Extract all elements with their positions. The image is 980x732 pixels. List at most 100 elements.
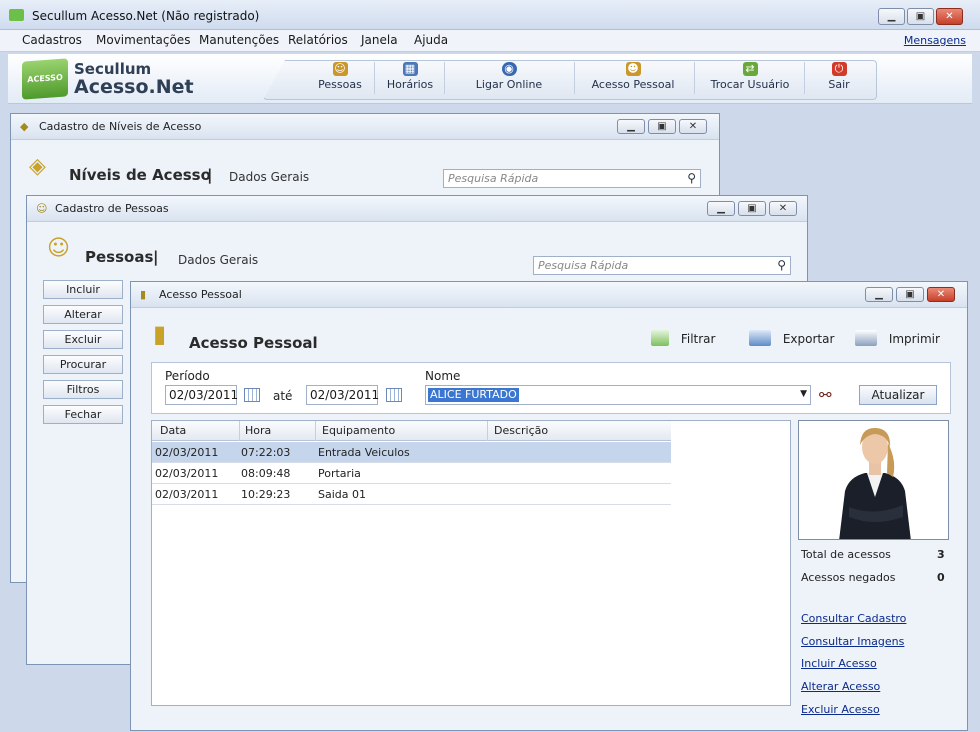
pessoas-maximize-button[interactable]: ▣ [738,201,766,216]
acesso-window-controls: ▁ ▣ ✕ [865,287,955,302]
table-row[interactable]: 02/03/2011 10:29:23 Saida 01 [152,484,671,505]
export-monitor-icon [749,330,771,346]
calendar-icon[interactable] [244,388,260,402]
pessoas-minimize-button[interactable]: ▁ [707,201,735,216]
toolbar-separator [374,62,375,94]
consultar-cadastro-link[interactable]: Consultar Cadastro [801,612,906,625]
niveis-maximize-button[interactable]: ▣ [648,119,676,134]
consultar-imagens-link[interactable]: Consultar Imagens [801,635,904,648]
col-hora[interactable]: Hora [245,424,271,437]
col-data[interactable]: Data [160,424,186,437]
search-icon[interactable]: ⚲ [687,171,696,185]
toolbar-separator [694,62,695,94]
minimize-button[interactable]: ▁ [878,8,905,25]
people-icon: ☺ [36,202,48,215]
binoculars-icon[interactable]: ⚯ [819,386,832,404]
niveis-close-button[interactable]: ✕ [679,119,707,134]
pessoas-title-separator: | [153,248,159,266]
alterar-button[interactable]: Alterar [43,305,123,324]
menu-manutencoes[interactable]: Manutenções [199,33,279,47]
acesso-window-title-bar: ▮ Acesso Pessoal ▁ ▣ ✕ [131,282,967,308]
fechar-button[interactable]: Fechar [43,405,123,424]
mensagens-link[interactable]: Mensagens [904,34,966,47]
person-photo-image [799,421,948,539]
app-title-bar: Secullum Acesso.Net (Não registrado) ▁ ▣… [0,0,980,30]
calendar-icon: ▦ [402,62,418,76]
app-check-icon [9,9,24,21]
excluir-button[interactable]: Excluir [43,330,123,349]
niveis-title-separator: | [207,166,213,184]
toolbar-separator [574,62,575,94]
menu-ajuda[interactable]: Ajuda [414,33,448,47]
printer-icon [855,330,877,346]
niveis-header-icon: ◈ [29,154,46,179]
toolbar-horarios-button[interactable]: ▦ Horários [380,60,440,94]
imprimir-button[interactable]: Imprimir [855,330,940,346]
nome-label: Nome [425,369,461,383]
people-icon: ☺ [332,62,348,76]
mdi-workspace: ◆ Cadastro de Níveis de Acesso ▁ ▣ ✕ ◈ N… [8,105,972,732]
globe-icon: ◉ [501,62,517,76]
acesso-minimize-button[interactable]: ▁ [865,287,893,302]
acesso-header-icon: ▮ [153,320,167,348]
col-equipamento[interactable]: Equipamento [322,424,395,437]
access-grid: Data Hora Equipamento Descrição 02/03/20… [151,420,791,706]
total-acessos-value: 3 [937,548,945,561]
toolbar-separator [804,62,805,94]
niveis-minimize-button[interactable]: ▁ [617,119,645,134]
window-controls: ▁ ▣ ✕ [878,8,963,25]
niveis-subtitle: Dados Gerais [229,170,310,184]
menu-cadastros[interactable]: Cadastros [22,33,82,47]
total-acessos-label: Total de acessos [801,548,891,561]
alterar-acesso-link[interactable]: Alterar Acesso [801,680,880,693]
chevron-down-icon[interactable]: ▼ [800,389,807,399]
pessoas-close-button[interactable]: ✕ [769,201,797,216]
pessoas-search-input[interactable]: Pesquisa Rápida ⚲ [533,256,791,275]
nome-combo[interactable]: ALICE FURTADO ▼ [425,385,811,405]
nome-selected-value: ALICE FURTADO [428,388,519,402]
atualizar-button[interactable]: Atualizar [859,385,937,405]
power-icon: ⏻ [831,62,847,76]
table-row[interactable]: 02/03/2011 07:22:03 Entrada Veiculos [152,442,671,463]
pessoas-window-title-bar: ☺ Cadastro de Pessoas ▁ ▣ ✕ [27,196,807,222]
menu-movimentacoes[interactable]: Movimentações [96,33,190,47]
person-icon: ☻ [625,62,641,76]
logo-line2: Acesso.Net [74,76,194,98]
toolbar-acesso-pessoal-button[interactable]: ☻ Acesso Pessoal [586,60,680,94]
calendar-icon[interactable] [386,388,402,402]
toolbar-ligar-online-button[interactable]: ◉ Ligar Online [466,60,552,94]
filtros-button[interactable]: Filtros [43,380,123,399]
grid-header: Data Hora Equipamento Descrição [152,421,671,441]
pessoas-title: Pessoas [85,248,154,266]
acesso-maximize-button[interactable]: ▣ [896,287,924,302]
pessoas-header-icon: ☺ [47,236,70,261]
exportar-button[interactable]: Exportar [749,330,834,346]
procurar-button[interactable]: Procurar [43,355,123,374]
filtrar-button[interactable]: Filtrar [651,330,715,346]
close-button[interactable]: ✕ [936,8,963,25]
ate-label: até [273,389,293,403]
incluir-button[interactable]: Incluir [43,280,123,299]
date-to-input[interactable]: 02/03/2011 [306,385,379,405]
niveis-window-title: Cadastro de Níveis de Acesso [39,120,202,133]
maximize-button[interactable]: ▣ [907,8,934,25]
date-from-input[interactable]: 02/03/2011 [165,385,238,405]
periodo-label: Período [165,369,210,383]
acesso-window-title: Acesso Pessoal [159,288,242,301]
filter-arrow-icon [651,330,669,346]
niveis-search-input[interactable]: Pesquisa Rápida ⚲ [443,169,701,188]
menu-janela[interactable]: Janela [361,33,398,47]
acessos-negados-label: Acessos negados [801,571,896,584]
acesso-close-button[interactable]: ✕ [927,287,955,302]
table-row[interactable]: 02/03/2011 08:09:48 Portaria [152,463,671,484]
main-toolbar: ACESSO Secullum Acesso.Net ☺ Pessoas ▦ H… [8,54,972,104]
toolbar-pessoas-button[interactable]: ☺ Pessoas [310,60,370,94]
menu-relatorios[interactable]: Relatórios [288,33,348,47]
toolbar-trocar-usuario-button[interactable]: ⇄ Trocar Usuário [702,60,798,94]
toolbar-sair-button[interactable]: ⏻ Sair [816,60,862,94]
incluir-acesso-link[interactable]: Incluir Acesso [801,657,877,670]
excluir-acesso-link[interactable]: Excluir Acesso [801,703,880,716]
folder-icon: ▮ [140,288,147,301]
col-descricao[interactable]: Descrição [494,424,548,437]
search-icon[interactable]: ⚲ [777,258,786,272]
